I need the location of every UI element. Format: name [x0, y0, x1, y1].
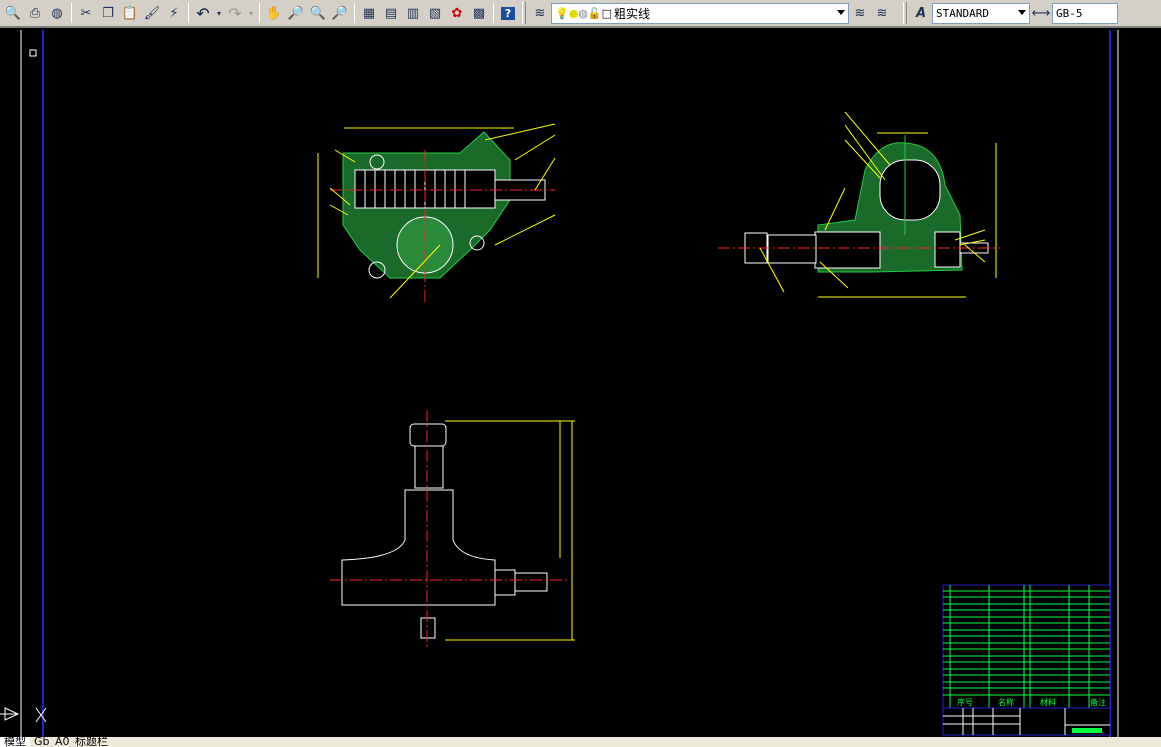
tab-model[interactable]: 模型: [0, 737, 30, 747]
header-remark: 备注: [1090, 697, 1106, 707]
layer-freeze-icon[interactable]: ●: [569, 7, 579, 20]
block-editor-icon[interactable]: ⚡: [163, 2, 185, 24]
title-block-frame: [942, 584, 1111, 736]
shaft-end: [414, 445, 444, 489]
redo-dropdown-icon[interactable]: ▾: [246, 2, 256, 24]
header-name: 名称: [998, 697, 1014, 707]
front-section-view: [317, 123, 556, 305]
properties-icon[interactable]: ▦: [358, 2, 380, 24]
separator: [259, 3, 260, 23]
layer-on-icon[interactable]: 💡: [555, 7, 569, 20]
tab-layout[interactable]: Gb_A0_标题栏: [30, 737, 112, 747]
current-layer-name: 粗实线: [614, 6, 651, 21]
sector-shaft: [814, 231, 881, 269]
make-object-layer-current-icon[interactable]: ≋: [849, 2, 871, 24]
text-style-value: STANDARD: [936, 6, 989, 20]
header-material: 材料: [1040, 697, 1056, 707]
chevron-down-icon[interactable]: [837, 9, 845, 15]
redo-icon[interactable]: ↷: [224, 2, 246, 24]
markup-icon[interactable]: ✿: [446, 2, 468, 24]
ucs-icon: [0, 707, 47, 723]
match-properties-icon[interactable]: 🖌: [141, 2, 163, 24]
layer-lock-icon[interactable]: 🔓: [588, 7, 602, 20]
layer-viewport-icon[interactable]: ◍: [578, 7, 588, 20]
drawing-title: [1072, 728, 1102, 733]
sheet-set-icon[interactable]: ▧: [424, 2, 446, 24]
toolbar-grip[interactable]: [522, 2, 526, 24]
nut: [409, 423, 447, 447]
cut-icon[interactable]: ✂: [75, 2, 97, 24]
text-style-icon[interactable]: A: [910, 2, 932, 24]
separator: [71, 3, 72, 23]
zoom-window-icon[interactable]: 🔍: [307, 2, 329, 24]
chevron-down-icon[interactable]: [1018, 9, 1026, 15]
side-section-view: [718, 111, 1000, 298]
undo-icon[interactable]: ↶: [192, 2, 214, 24]
text-style-dropdown[interactable]: STANDARD: [932, 2, 1030, 24]
zoom-previous-icon[interactable]: 🔎: [329, 2, 351, 24]
zoom-realtime-icon[interactable]: 🔎: [285, 2, 307, 24]
separator: [354, 3, 355, 23]
dimension-style-icon[interactable]: ⟷: [1030, 2, 1052, 24]
top-view: [330, 410, 575, 648]
undo-dropdown-icon[interactable]: ▾: [214, 2, 224, 24]
layer-dropdown[interactable]: 💡 ● ◍ 🔓 □ 粗实线: [551, 2, 849, 24]
adjust-screw: [420, 617, 436, 639]
title-block: 序号 名称 材料 备注: [942, 584, 1111, 736]
drawing-canvas[interactable]: 序号 名称 材料 备注: [0, 30, 1161, 737]
dimension-style-value: GB-5: [1056, 6, 1083, 20]
pickbox: [29, 49, 37, 57]
drawing: 序号 名称 材料 备注: [0, 30, 1119, 737]
housing-outline: [341, 489, 496, 606]
header-index: 序号: [957, 697, 973, 707]
paste-icon[interactable]: 📋: [119, 2, 141, 24]
layout-tabs: 模型 Gb_A0_标题栏: [0, 737, 1161, 747]
toolbar-grip[interactable]: [903, 2, 907, 24]
design-center-icon[interactable]: ▤: [380, 2, 402, 24]
shaft-end: [767, 234, 817, 264]
layer-manager-icon[interactable]: ≋: [529, 2, 551, 24]
adjuster: [934, 231, 961, 268]
bearing: [879, 159, 941, 221]
input-shaft-collar: [494, 569, 516, 596]
separator: [493, 3, 494, 23]
separator: [188, 3, 189, 23]
calculator-icon[interactable]: ▩: [468, 2, 490, 24]
preview-icon[interactable]: 🔍: [2, 2, 24, 24]
layer-color-icon: □: [601, 6, 613, 20]
standard-toolbar: 🔍 ⎙ ◍ ✂ ❐ 📋 🖌 ⚡ ↶ ▾ ↷ ▾ ✋ 🔎 🔍 🔎 ▦ ▤ ▥ ▧ …: [0, 0, 1161, 28]
publish-icon[interactable]: ⎙: [24, 2, 46, 24]
help-icon[interactable]: ?: [497, 2, 519, 24]
web-icon[interactable]: ◍: [46, 2, 68, 24]
copy-icon[interactable]: ❐: [97, 2, 119, 24]
pan-icon[interactable]: ✋: [263, 2, 285, 24]
layer-previous-icon[interactable]: ≋: [871, 2, 893, 24]
tool-palettes-icon[interactable]: ▥: [402, 2, 424, 24]
input-shaft: [514, 572, 548, 592]
dimension-style-dropdown[interactable]: GB-5: [1052, 2, 1118, 24]
